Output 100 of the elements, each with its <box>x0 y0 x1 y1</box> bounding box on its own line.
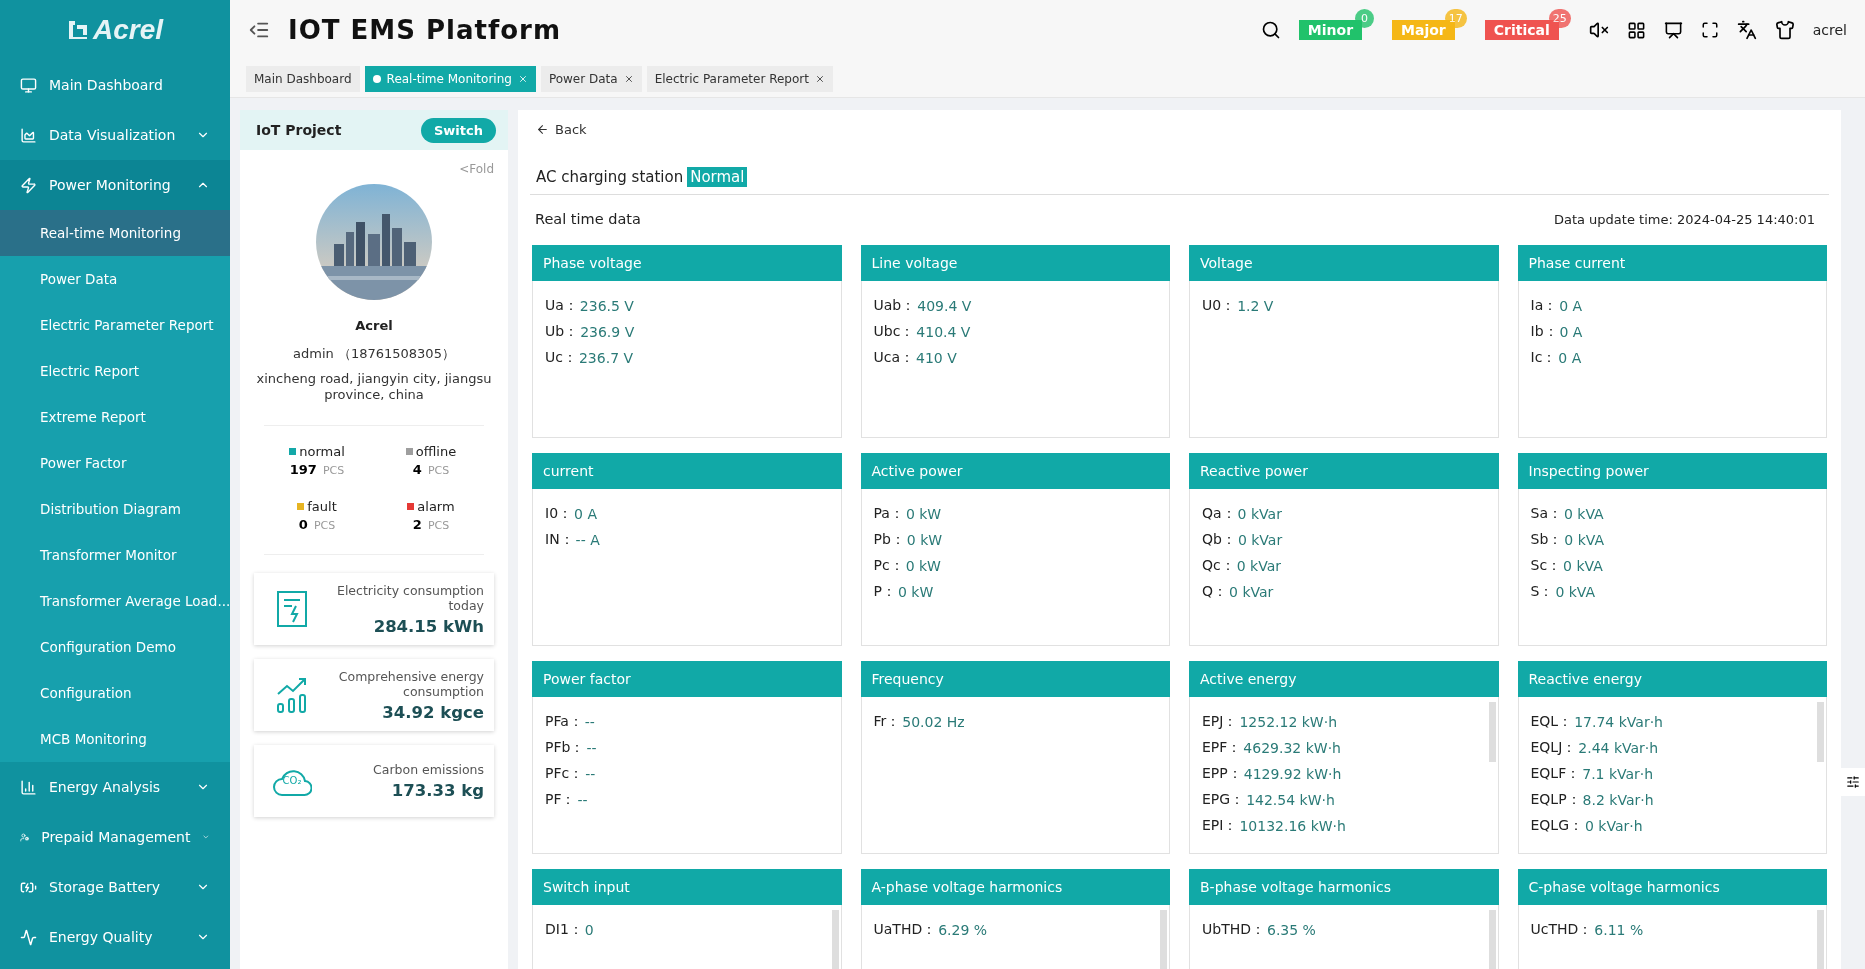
reading-label: UcTHD： <box>1530 921 1593 939</box>
reading-value: 410.4 V <box>916 324 971 340</box>
status-count: 0 <box>298 517 308 532</box>
reading-label: PFa： <box>545 713 583 731</box>
close-icon[interactable] <box>814 73 825 84</box>
translate-icon[interactable] <box>1736 20 1757 40</box>
reading-value: -- <box>585 766 596 782</box>
submenu-item[interactable]: Power Factor <box>0 440 230 486</box>
reading-label: Qc： <box>1202 557 1235 575</box>
reading-value: 4629.32 kW·h <box>1243 740 1341 756</box>
sidebar-item[interactable]: Energy Quality <box>0 912 230 962</box>
reading-label: DI1： <box>545 921 583 939</box>
reading-value: 0 A <box>1558 350 1582 366</box>
reading-label: EPJ： <box>1202 713 1238 731</box>
lightning-icon <box>20 176 37 194</box>
status-label: offline <box>415 444 457 459</box>
reading-label: PFc： <box>545 765 584 783</box>
sidebar-item[interactable]: Main Dashboard <box>0 60 230 110</box>
card-title: C-phase voltage harmonics <box>1517 869 1827 905</box>
mute-icon[interactable] <box>1588 20 1609 40</box>
submenu-item[interactable]: Transformer Average Load... <box>0 578 230 624</box>
count-unit: PCS <box>427 519 450 532</box>
submenu-item[interactable]: Configuration <box>0 670 230 716</box>
search-icon[interactable] <box>1260 20 1281 40</box>
sidebar-item[interactable]: Storage Battery <box>0 862 230 912</box>
reading-value: 0 A <box>1559 324 1583 340</box>
reading-value: 0 kW <box>897 584 934 600</box>
submenu-item[interactable]: Extreme Report <box>0 394 230 440</box>
tab[interactable]: Electric Parameter Report <box>646 65 833 92</box>
submenu-item[interactable]: Electric Parameter Report <box>0 302 230 348</box>
reading-label: EQL： <box>1530 713 1573 731</box>
sidebar-item[interactable]: Data Visualization <box>0 110 230 160</box>
reading-value: 0 kW <box>905 558 941 574</box>
fold-link[interactable]: <Fold <box>459 162 494 176</box>
tab[interactable]: Real-time Monitoring <box>364 65 536 92</box>
reading-value: 0 kVar <box>1237 532 1283 548</box>
reading-label: PFb： <box>545 739 585 757</box>
tab[interactable]: Main Dashboard <box>246 65 360 92</box>
reading-value: 0 kVA <box>1563 506 1604 522</box>
tab[interactable]: Power Data <box>540 65 642 92</box>
submenu-item[interactable]: Distribution Diagram <box>0 486 230 532</box>
scrollbar[interactable] <box>1488 910 1496 969</box>
submenu-item[interactable]: Real-time Monitoring <box>0 210 230 256</box>
reading-label: UaTHD： <box>873 921 937 939</box>
user-name[interactable]: acrel <box>1812 22 1847 38</box>
submenu-item[interactable]: Configuration Demo <box>0 624 230 670</box>
reading-label: Fr： <box>873 713 901 731</box>
waveform-icon <box>20 928 37 946</box>
status-count: 2 <box>412 517 422 532</box>
reading-value: 142.54 kW·h <box>1246 792 1335 808</box>
close-icon[interactable] <box>623 73 634 84</box>
scrollbar[interactable] <box>1817 702 1824 762</box>
reading-label: Pc： <box>873 557 904 575</box>
reading-value: 236.9 V <box>580 324 635 340</box>
stat-value: 173.33 kg <box>391 781 484 800</box>
reading-value: 7.1 kVar·h <box>1582 766 1654 782</box>
status-label: normal <box>299 444 345 459</box>
sidebar-item[interactable]: Prepaid Management <box>0 812 230 862</box>
back-link[interactable]: Back <box>536 122 1829 137</box>
submenu-item[interactable]: Electric Report <box>0 348 230 394</box>
reading-label: Uca： <box>873 349 915 367</box>
logo-mark-icon <box>66 19 89 41</box>
reading-label: Uab： <box>873 297 916 315</box>
reading-value: -- <box>586 740 597 756</box>
reading-value: 0 kVA <box>1555 584 1596 600</box>
reading-label: UbTHD： <box>1202 921 1265 939</box>
reading-label: EQLG： <box>1530 817 1583 835</box>
submenu-item[interactable]: Transformer Monitor <box>0 532 230 578</box>
acrel-logo: Acrel <box>0 0 230 60</box>
grid-icon[interactable] <box>1626 20 1646 40</box>
scrollbar[interactable] <box>1488 702 1496 762</box>
reading-value: 6.29 % <box>938 922 988 938</box>
reading-label: I0： <box>545 505 573 523</box>
scrollbar[interactable] <box>1160 910 1167 969</box>
status-tag: Normal <box>687 167 748 187</box>
reading-label: Sc： <box>1530 557 1562 575</box>
alarm-tag[interactable]: Minor <box>1298 20 1363 40</box>
stat-value: 284.15 kWh <box>373 616 484 636</box>
scrollbar[interactable] <box>1817 910 1824 969</box>
reading-value: 0 kVA <box>1563 558 1603 574</box>
sidebar-item[interactable]: Power Monitoring <box>0 160 230 210</box>
reading-label: EPP： <box>1202 765 1242 783</box>
submenu-item[interactable]: MCB Monitoring <box>0 716 230 762</box>
arrow-left-icon <box>536 123 549 136</box>
scrollbar[interactable] <box>831 910 839 969</box>
sidebar-item[interactable]: Energy Analysis <box>0 762 230 812</box>
reading-label: EPF： <box>1202 739 1242 757</box>
switch-button[interactable]: Switch <box>421 117 496 143</box>
reading-label: EQLJ： <box>1530 739 1577 757</box>
fullscreen-icon[interactable] <box>1700 21 1719 39</box>
submenu-item[interactable]: Power Data <box>0 256 230 302</box>
reading-value: 1.2 V <box>1237 298 1274 314</box>
card-title: Line voltage <box>860 245 1170 281</box>
bill-bolt-icon <box>276 590 308 628</box>
reading-value: 6.35 % <box>1267 922 1316 938</box>
settings-tab[interactable] <box>1841 768 1865 796</box>
reading-label: PF： <box>545 791 576 809</box>
reading-label: Q： <box>1202 583 1228 601</box>
shirt-icon[interactable] <box>1774 20 1795 40</box>
reading-value: 0 kVar·h <box>1585 818 1643 834</box>
